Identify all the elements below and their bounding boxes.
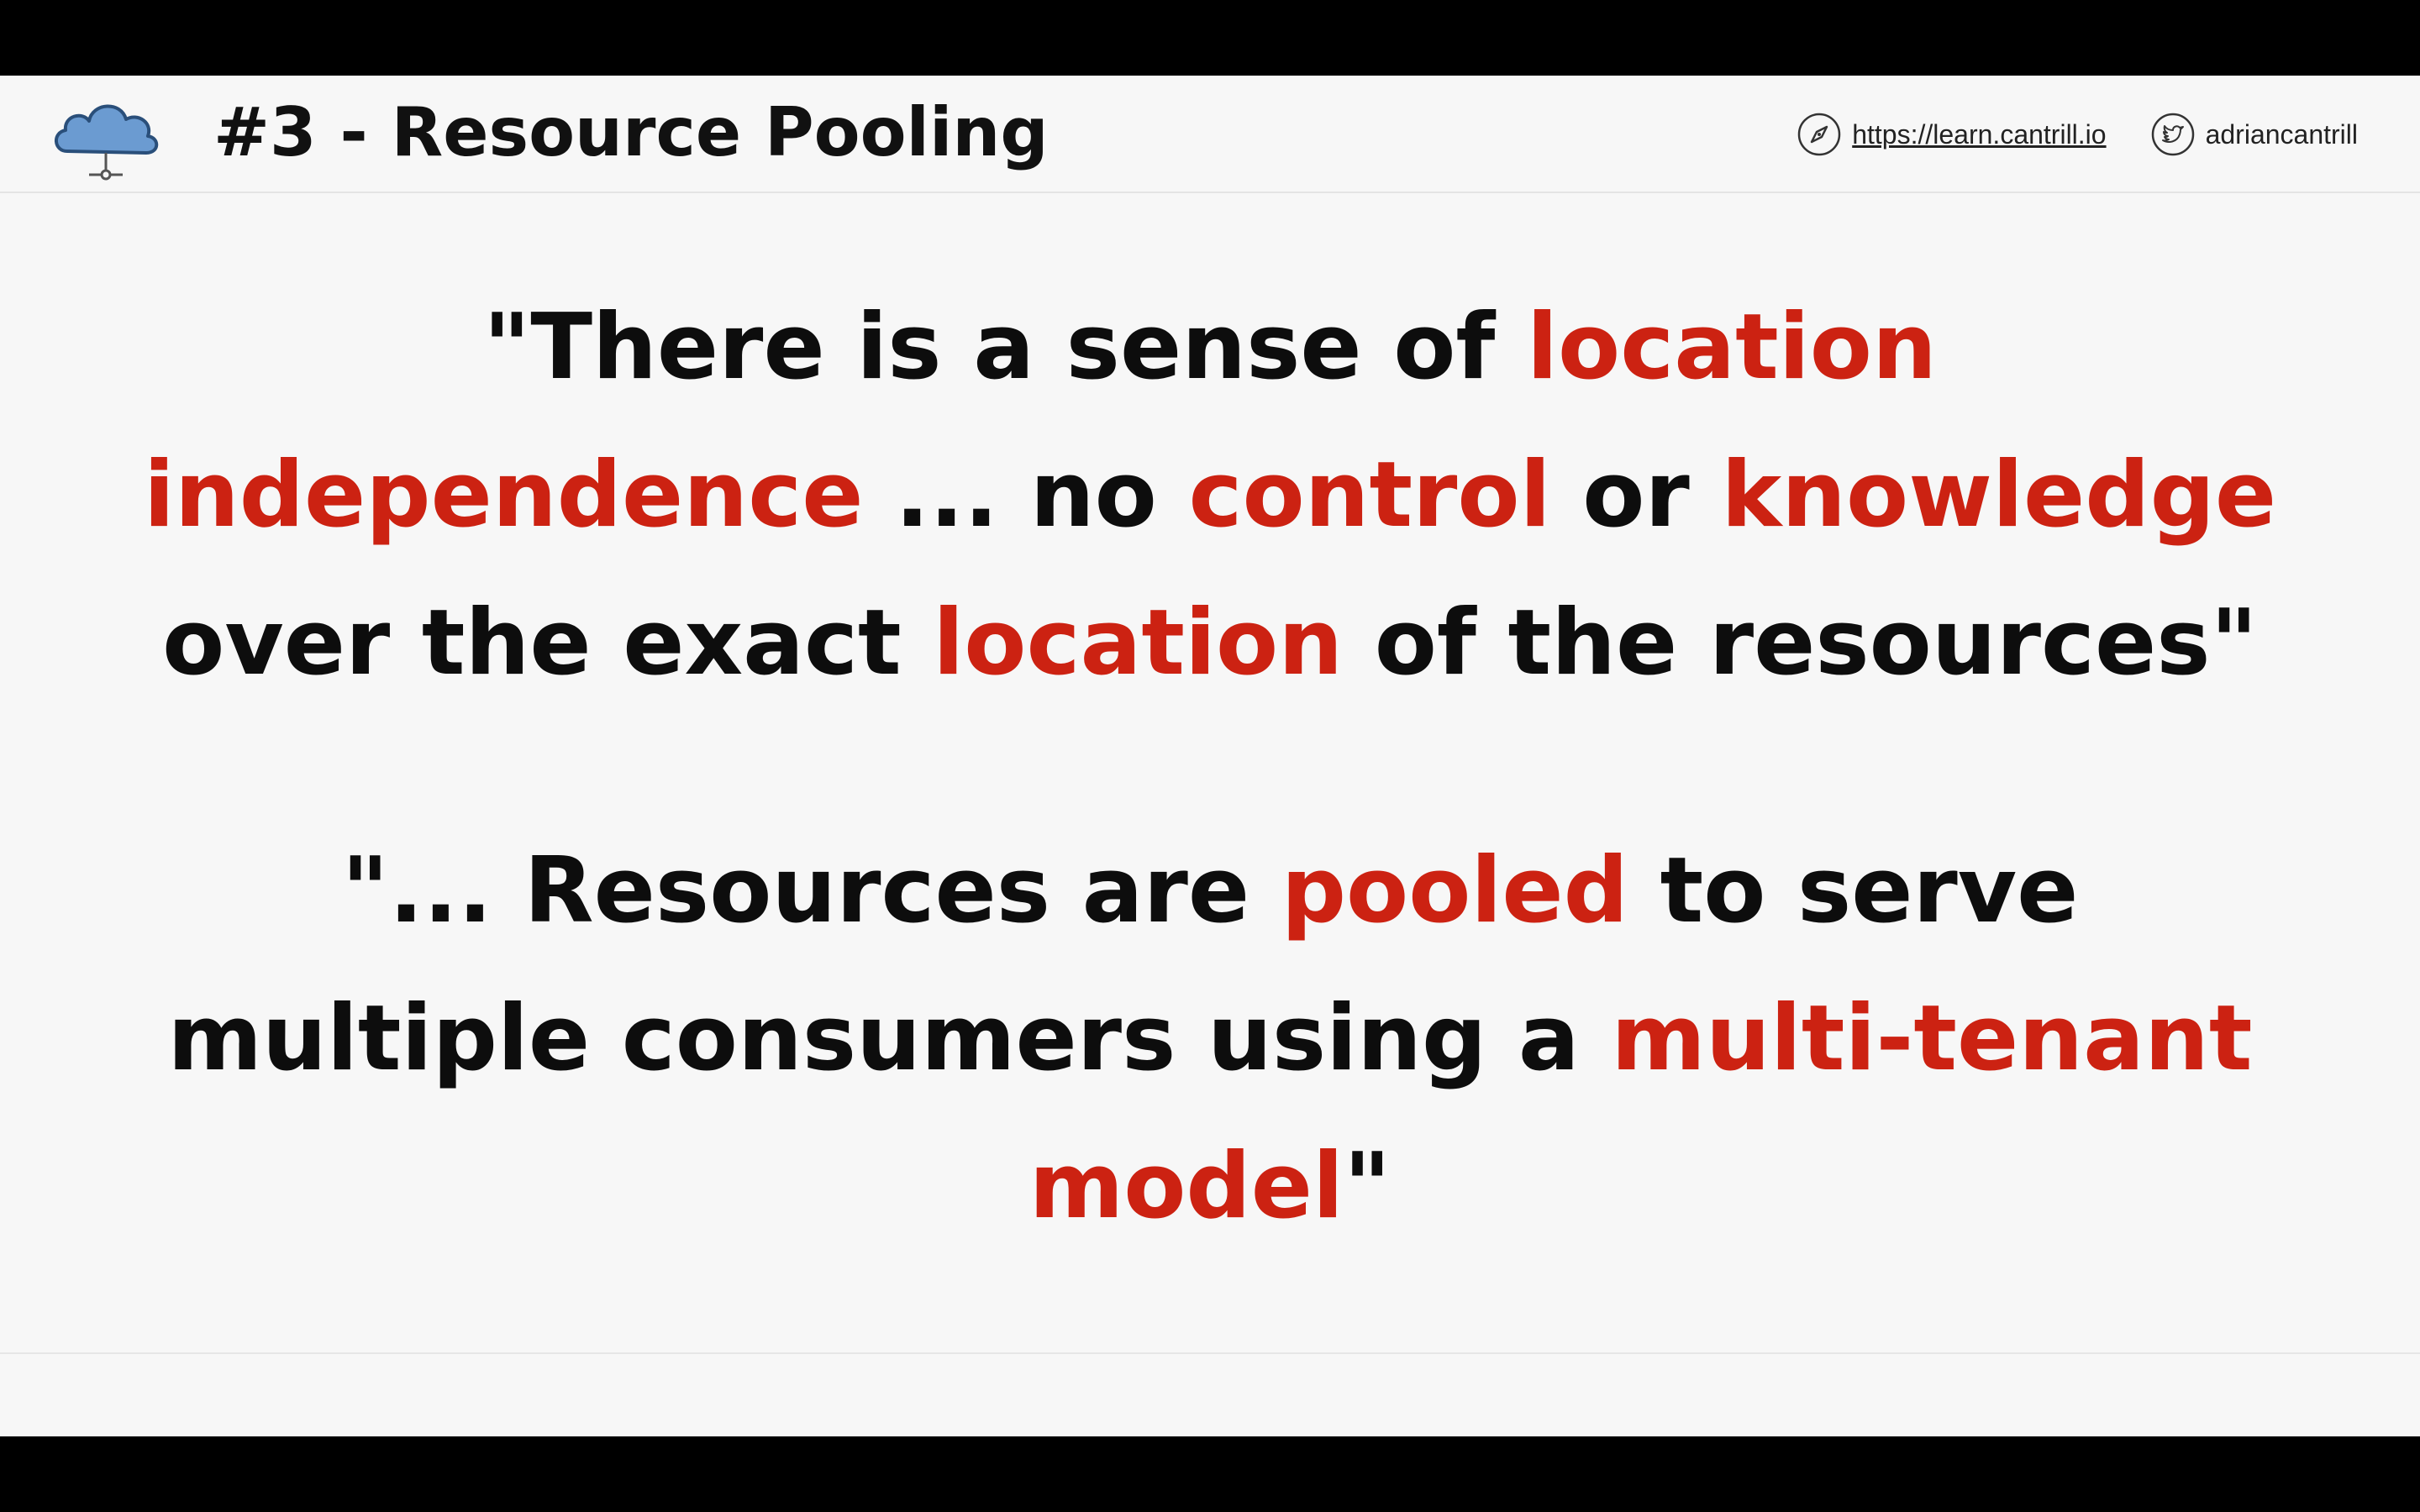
quote1-line2: independence ... no control or knowledge [143, 443, 2277, 548]
header-links: https://learn.cantrill.io adriancantrill [1797, 109, 2358, 160]
website-link[interactable]: https://learn.cantrill.io [1852, 119, 2106, 150]
quote2-line3: model" [1028, 1134, 1392, 1239]
quote2-line2: multiple consumers using a multi-tenant [167, 986, 2253, 1091]
highlight-location: location [1527, 295, 1937, 400]
slide: #3 - Resource Pooling https://learn.cant… [0, 76, 2420, 1436]
highlight-knowledge: knowledge [1721, 443, 2277, 548]
slide-header: #3 - Resource Pooling https://learn.cant… [0, 76, 2420, 193]
quote2-line1: "... Resources are pooled to serve [341, 838, 2079, 943]
cloud-network-icon [55, 104, 159, 181]
highlight-independence: independence [143, 443, 864, 548]
twitter-bird-icon [2151, 113, 2194, 156]
highlight-multi-tenant: multi-tenant [1611, 986, 2253, 1091]
quote1-line3: over the exact location of the resources… [162, 591, 2258, 696]
quote1-line1: "There is a sense of location [483, 295, 1937, 400]
quote-location-independence: "There is a sense of location independen… [50, 274, 2370, 717]
highlight-model: model [1028, 1134, 1344, 1239]
compass-icon [1797, 113, 1841, 156]
highlight-location-2: location [933, 591, 1344, 696]
highlight-pooled: pooled [1281, 838, 1628, 943]
highlight-control: control [1188, 443, 1551, 548]
footer-divider [0, 1352, 2420, 1354]
slide-content: "There is a sense of location independen… [0, 192, 2420, 1426]
page-title: #3 - Resource Pooling [213, 93, 1049, 171]
twitter-handle[interactable]: adriancantrill [2206, 119, 2358, 150]
quote-multi-tenant: "... Resources are pooled to serve multi… [50, 817, 2370, 1261]
